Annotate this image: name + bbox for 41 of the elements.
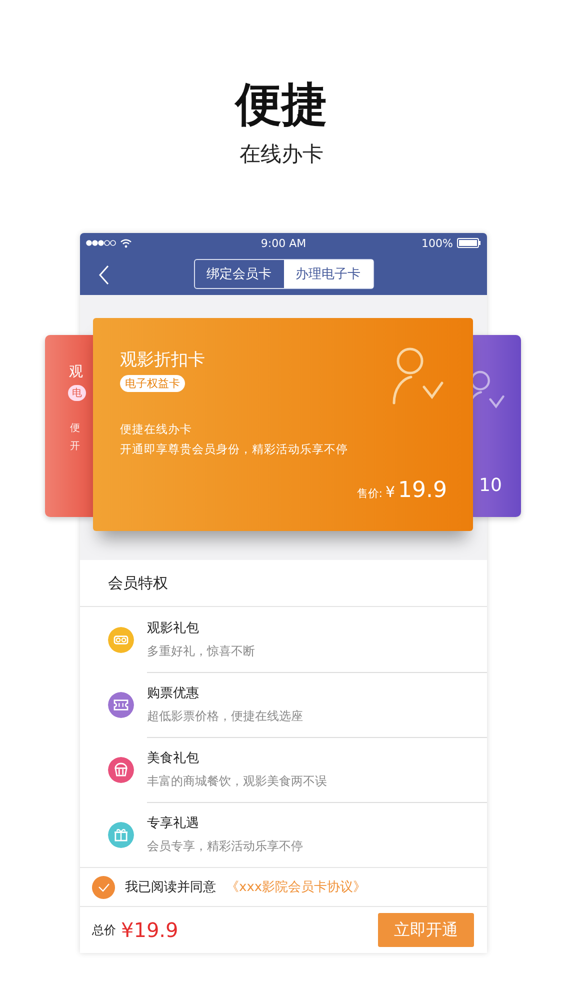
price-label: 售价: bbox=[356, 486, 382, 501]
headline: 便捷 bbox=[236, 76, 328, 132]
card-text: 开 bbox=[70, 440, 80, 453]
privilege-title: 购票优惠 bbox=[147, 684, 200, 702]
agreement-link[interactable]: 《xxx影院会员卡协议》 bbox=[226, 878, 366, 896]
card-price: 10 bbox=[479, 475, 502, 496]
privilege-description: 多重好礼，惊喜不断 bbox=[147, 642, 256, 660]
wifi-icon bbox=[120, 238, 132, 248]
section-title: 会员特权 bbox=[80, 560, 487, 607]
privilege-description: 超低影票价格，便捷在线选座 bbox=[147, 708, 304, 724]
side-card[interactable]: 观 电 便 开 bbox=[45, 335, 93, 517]
card-price: 19.9 bbox=[398, 478, 447, 503]
card-badge: 电 bbox=[68, 385, 86, 401]
back-icon[interactable] bbox=[98, 265, 110, 285]
card-text: 开通即享尊贵会员身份，精彩活动乐享不停 bbox=[120, 442, 348, 457]
subtitle: 在线办卡 bbox=[240, 141, 324, 168]
privilege-description: 会员专享，精彩活动乐享不停 bbox=[147, 838, 304, 854]
tab[interactable]: 绑定会员卡 bbox=[194, 260, 284, 288]
tab[interactable]: 办理电子卡 bbox=[284, 260, 372, 288]
card-text: 便捷在线办卡 bbox=[120, 422, 192, 437]
battery-icon bbox=[457, 238, 481, 248]
side-card[interactable]: 10 bbox=[473, 335, 521, 517]
privilege-title: 观影礼包 bbox=[147, 620, 200, 636]
membership-card[interactable]: 观影折扣卡 电子权益卡 便捷在线办卡 开通即享尊贵会员身份，精彩活动乐享不停 售价: ¥19.9 bbox=[93, 318, 473, 531]
signal-icon bbox=[86, 240, 116, 246]
agreement-text: 我已阅读并同意 bbox=[125, 879, 216, 896]
card-title: 观 bbox=[69, 363, 83, 381]
currency-sign: ¥ bbox=[385, 483, 396, 501]
agree-checkbox[interactable] bbox=[92, 876, 115, 898]
status-time: 9:00 AM bbox=[260, 236, 306, 250]
card-badge: 电子权益卡 bbox=[120, 375, 185, 392]
checkmark-icon bbox=[98, 882, 110, 892]
activate-button[interactable]: 立即开通 bbox=[378, 913, 474, 947]
total-label: 总价 bbox=[92, 922, 116, 938]
privilege-title: 专享礼遇 bbox=[147, 814, 200, 832]
total-price: ¥19.9 bbox=[121, 918, 180, 942]
privilege-description: 丰富的商城餐饮，观影美食两不误 bbox=[147, 772, 328, 790]
battery-percent: 100% bbox=[422, 236, 453, 250]
card-text: 便 bbox=[70, 422, 80, 435]
card-title: 观影折扣卡 bbox=[120, 349, 205, 371]
privilege-title: 美食礼包 bbox=[147, 750, 200, 766]
